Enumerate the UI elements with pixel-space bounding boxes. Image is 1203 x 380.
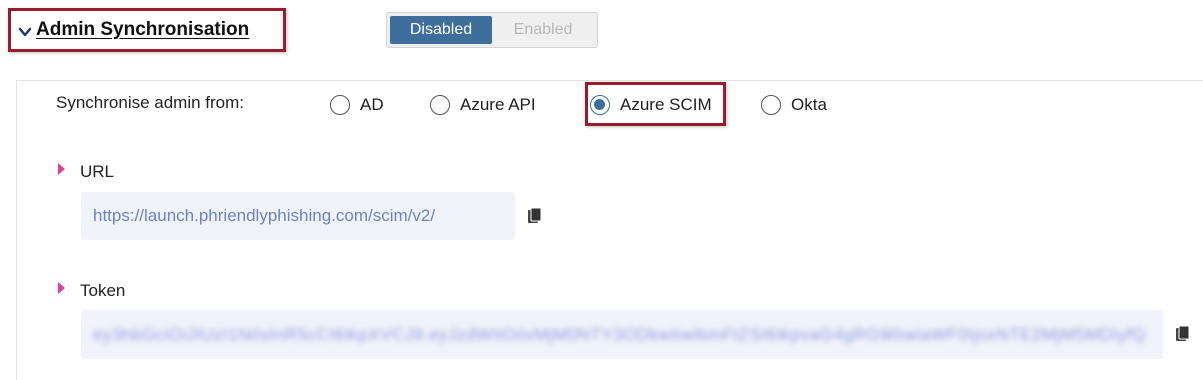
radio-option-okta[interactable]: Okta xyxy=(761,92,827,118)
url-label: URL xyxy=(80,162,115,181)
radio-label-ad: AD xyxy=(360,95,384,114)
toggle-disabled-button[interactable]: Disabled xyxy=(390,16,492,44)
toggle-enabled-button[interactable]: Enabled xyxy=(492,16,594,44)
radio-label-azure-api: Azure API xyxy=(460,95,536,114)
radio-button[interactable] xyxy=(430,95,450,115)
radio-label-okta: Okta xyxy=(791,95,827,114)
section-header[interactable]: Admin Synchronisation xyxy=(8,8,286,52)
sync-source-label: Synchronise admin from: xyxy=(56,93,245,112)
url-value: https://launch.phriendlyphishing.com/sci… xyxy=(93,206,436,225)
copy-icon[interactable] xyxy=(527,207,543,225)
token-value: ey3hbGciOiJIUzI1NiIsInR5cCI6IkpXVCJ9.eyJ… xyxy=(93,324,1147,344)
radio-button[interactable] xyxy=(761,95,781,115)
caret-right-icon xyxy=(58,163,65,175)
sync-toggle[interactable]: Disabled Enabled xyxy=(386,12,598,48)
token-field[interactable]: ey3hbGciOiJIUzI1NiIsInR5cCI6IkpXVCJ9.eyJ… xyxy=(81,310,1163,359)
radio-button[interactable] xyxy=(330,95,350,115)
radio-option-azure-scim[interactable]: Azure SCIM xyxy=(590,92,712,118)
radio-option-azure-api[interactable]: Azure API xyxy=(430,92,536,118)
token-label: Token xyxy=(80,281,126,300)
radio-option-ad[interactable]: AD xyxy=(330,92,384,118)
radio-label-azure-scim: Azure SCIM xyxy=(620,95,712,114)
radio-button-selected[interactable] xyxy=(590,95,610,115)
caret-right-icon xyxy=(58,282,65,294)
chevron-down-icon xyxy=(18,27,32,37)
copy-icon[interactable] xyxy=(1175,325,1191,343)
url-field[interactable]: https://launch.phriendlyphishing.com/sci… xyxy=(81,192,515,240)
section-title[interactable]: Admin Synchronisation xyxy=(36,19,249,41)
